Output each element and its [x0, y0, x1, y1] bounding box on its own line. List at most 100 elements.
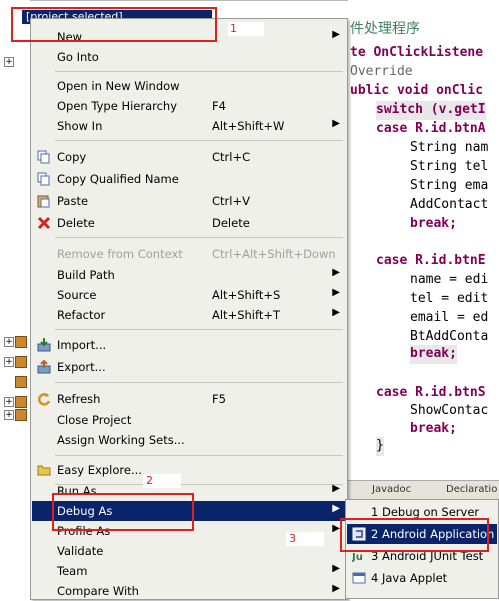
submenu-arrow-icon: ▶: [332, 483, 340, 494]
view-tabs: Javadoc Declaratio: [348, 480, 499, 501]
menu-item-team[interactable]: Team ▶: [32, 561, 346, 581]
code-line: break;: [410, 216, 457, 231]
tab-javadoc[interactable]: Javadoc: [372, 484, 411, 495]
annotation-box-3: [340, 518, 489, 552]
project-icon: [15, 376, 27, 388]
annotation-box-1: [11, 7, 217, 42]
annotation-number-1: 1: [230, 22, 237, 35]
code-line: Override: [350, 64, 413, 79]
menu-item-import[interactable]: Import...: [32, 335, 346, 355]
code-editor[interactable]: 件处理程序 te OnClickListene Override ublic v…: [348, 0, 499, 480]
copy-icon: [37, 150, 50, 164]
code-line: break;: [410, 421, 457, 436]
menu-shortcut: Alt+Shift+T: [212, 308, 281, 322]
menu-item-label: Team: [57, 564, 88, 578]
tree-expander[interactable]: +: [4, 410, 14, 420]
menu-separator: [55, 329, 343, 330]
code-line: break;: [410, 345, 457, 364]
menu-separator: [55, 237, 343, 238]
menu-item-label: Assign Working Sets...: [57, 433, 185, 447]
menu-item-open-type-hierarchy[interactable]: Open Type Hierarchy F4: [32, 96, 346, 116]
menu-item-label: Refresh: [57, 392, 101, 406]
menu-shortcut: Alt+Shift+W: [212, 119, 285, 133]
tree-expander[interactable]: +: [4, 397, 14, 407]
menu-item-label: Go Into: [57, 50, 99, 64]
menu-shortcut: Alt+Shift+S: [212, 288, 281, 302]
project-icon: [15, 396, 27, 408]
code-line: case R.id.btnE: [376, 253, 486, 268]
annotation-box-2: [52, 493, 194, 531]
package-explorer-tree: + + + + +: [0, 0, 30, 598]
menu-item-copy-qualified-name[interactable]: Copy Qualified Name: [32, 169, 346, 189]
code-line: }: [376, 437, 384, 456]
import-icon: [37, 338, 51, 352]
menu-shortcut: F5: [212, 392, 226, 406]
menu-item-label: Open in New Window: [57, 79, 180, 93]
submenu-arrow-icon: ▶: [332, 118, 340, 129]
menu-item-paste[interactable]: Paste Ctrl+V: [32, 191, 346, 211]
code-line: String ema: [410, 178, 489, 193]
menu-item-label: Close Project: [57, 413, 132, 427]
menu-item-copy[interactable]: Copy Ctrl+C: [32, 147, 346, 167]
project-icon: [15, 409, 27, 421]
svg-text:Ju: Ju: [352, 552, 363, 563]
menu-item-refactor[interactable]: Refactor Alt+Shift+T ▶: [32, 305, 346, 325]
tree-expander[interactable]: +: [4, 337, 14, 347]
menu-item-label: Show In: [57, 119, 103, 133]
menu-item-delete[interactable]: Delete Delete: [32, 213, 346, 233]
menu-item-label: Remove from Context: [57, 247, 183, 261]
folder-icon: [37, 465, 51, 476]
menu-item-assign-working-sets[interactable]: Assign Working Sets...: [32, 430, 346, 450]
menu-separator: [55, 140, 343, 141]
tree-expander[interactable]: +: [4, 357, 14, 367]
annotation-number-2: 2: [146, 474, 153, 487]
menu-item-build-path[interactable]: Build Path ▶: [32, 265, 346, 285]
submenu-arrow-icon: ▶: [332, 307, 340, 318]
menu-item-close-project[interactable]: Close Project: [32, 410, 346, 430]
menu-shortcut: Ctrl+V: [212, 194, 250, 208]
menu-item-label: Paste: [57, 194, 89, 208]
code-line: switch (v.getI: [376, 101, 486, 120]
menu-item-label: Source: [57, 288, 97, 302]
menu-separator: [55, 455, 343, 456]
paste-icon: [37, 195, 50, 208]
annotation-number-3: 3: [289, 532, 296, 545]
tab-declaration[interactable]: Declaratio: [446, 484, 497, 495]
code-line: case R.id.btnS: [376, 385, 486, 400]
tree-expander[interactable]: +: [4, 57, 14, 67]
menu-item-label: Copy: [57, 150, 87, 164]
applet-icon: [352, 572, 366, 584]
menu-item-label: Refactor: [57, 308, 106, 322]
code-line: case R.id.btnA: [376, 121, 486, 136]
code-line: String nam: [410, 140, 489, 155]
submenu-arrow-icon: ▶: [332, 503, 340, 514]
code-line: tel = edit: [410, 291, 489, 306]
submenu-item-java-applet[interactable]: 4 Java Applet: [347, 568, 497, 588]
menu-shortcut: Delete: [212, 216, 250, 230]
submenu-arrow-icon: ▶: [332, 523, 340, 534]
menu-item-remove-from-context: Remove from Context Ctrl+Alt+Shift+Down: [32, 244, 346, 264]
code-line: ublic void onClic: [350, 83, 484, 98]
menu-item-label: Open Type Hierarchy: [57, 99, 178, 113]
menu-item-go-into[interactable]: Go Into: [32, 47, 346, 67]
menu-item-compare-with[interactable]: Compare With ▶: [32, 581, 346, 601]
menu-item-open-new-window[interactable]: Open in New Window: [32, 76, 346, 96]
menu-shortcut: Ctrl+C: [212, 150, 251, 164]
code-line: BtAddConta: [410, 329, 489, 344]
menu-item-label: Validate: [57, 544, 104, 558]
menu-shortcut: F4: [212, 99, 226, 113]
menu-item-source[interactable]: Source Alt+Shift+S ▶: [32, 285, 346, 305]
menu-item-label: Copy Qualified Name: [57, 172, 179, 186]
project-icon: [15, 356, 27, 368]
menu-item-export[interactable]: Export...: [32, 357, 346, 377]
menu-shortcut: Ctrl+Alt+Shift+Down: [212, 247, 336, 261]
code-line: name = edi: [410, 272, 489, 287]
project-icon: [15, 336, 27, 348]
code-line: 件处理程序: [350, 21, 420, 37]
submenu-arrow-icon: ▶: [332, 563, 340, 574]
refresh-icon: [38, 393, 51, 406]
menu-item-show-in[interactable]: Show In Alt+Shift+W ▶: [32, 116, 346, 136]
menu-item-easy-explore[interactable]: Easy Explore...: [32, 460, 346, 480]
submenu-item-label: 1 Debug on Server: [371, 505, 480, 519]
menu-item-refresh[interactable]: Refresh F5: [32, 389, 346, 409]
